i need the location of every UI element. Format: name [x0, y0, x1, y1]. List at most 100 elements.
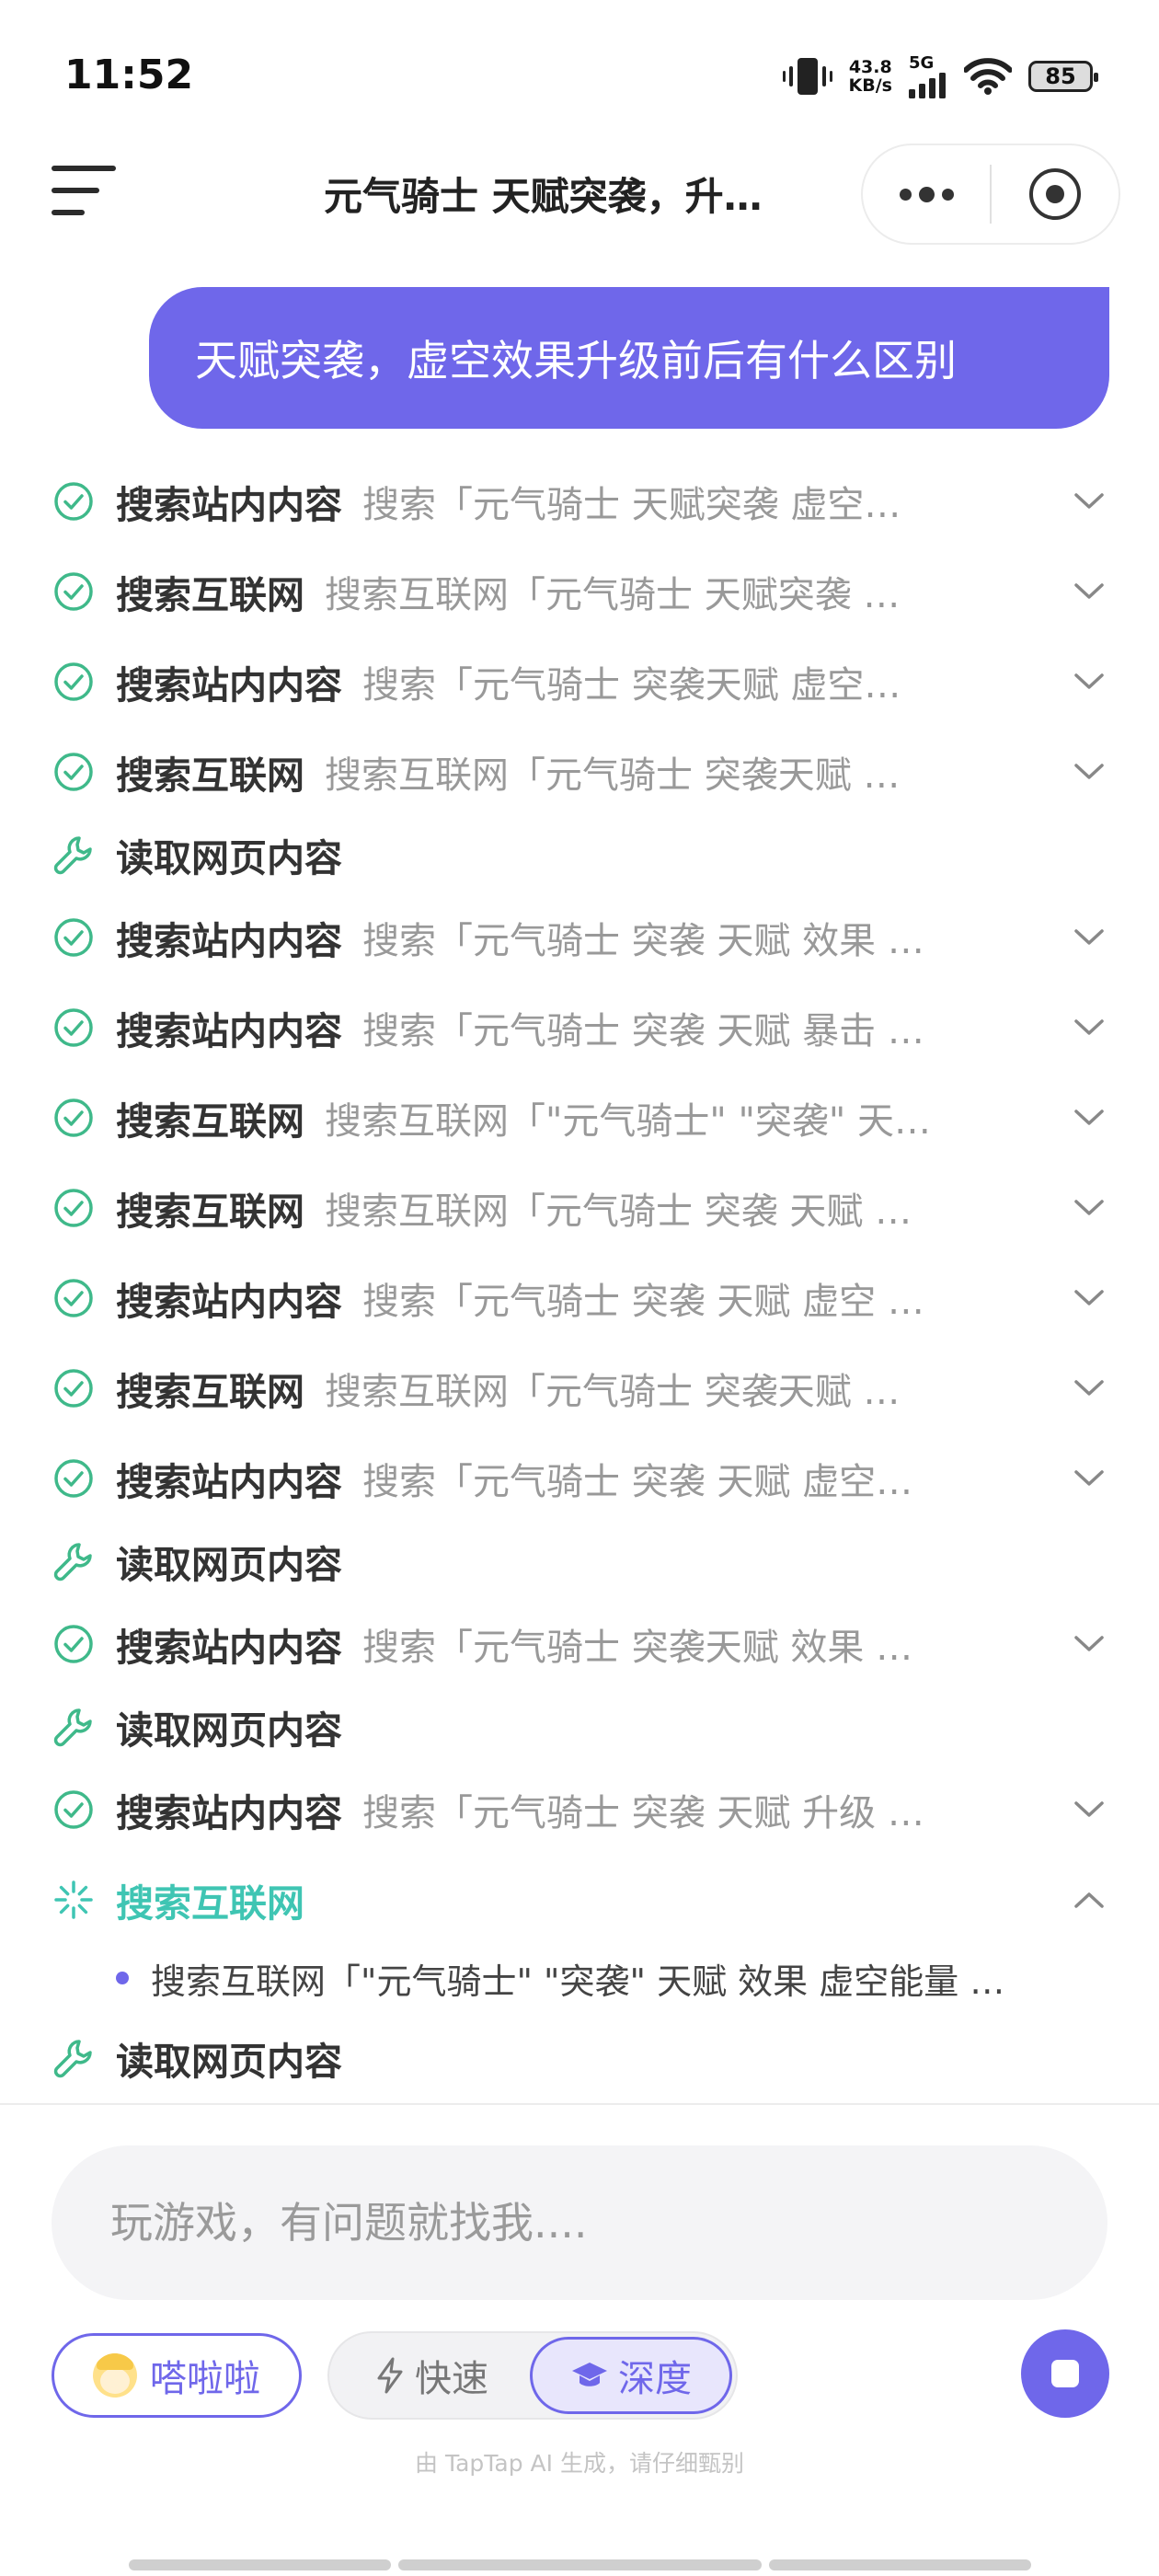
chevron-down-icon[interactable]: [1069, 1458, 1109, 1499]
check-circle-icon: [52, 1456, 96, 1501]
menu-line: [52, 210, 85, 215]
step-query: 搜索「元气骑士 天赋突袭 虚空…: [362, 484, 901, 526]
wrench-icon: [52, 833, 96, 877]
agent-name: 嗒啦啦: [150, 2358, 260, 2400]
step-label: 搜索站内内容: [116, 663, 342, 707]
step-label: 搜索站内内容: [116, 483, 342, 527]
menu-line: [52, 166, 116, 171]
step-label: 搜索互联网: [116, 753, 304, 798]
step-label: 读取网页内容: [116, 836, 342, 880]
more-icon: [899, 186, 954, 202]
network-speed: 43.8 KB/s: [849, 58, 892, 95]
step-row[interactable]: 搜索互联网 搜索互联网「元气骑士 天赋突袭 …: [52, 559, 1109, 624]
check-circle-icon: [52, 1276, 96, 1320]
speed-unit: KB/s: [848, 75, 892, 96]
chevron-down-icon[interactable]: [1069, 661, 1109, 702]
step-label: 搜索互联网: [116, 1370, 304, 1414]
step-row[interactable]: 搜索站内内容 搜索「元气骑士 突袭 天赋 暴击 …: [52, 995, 1109, 1060]
vibrate-icon: [782, 57, 832, 95]
chevron-down-icon[interactable]: [1069, 1789, 1109, 1830]
chevron-down-icon[interactable]: [1069, 1188, 1109, 1228]
chevron-down-icon[interactable]: [1069, 1368, 1109, 1409]
check-circle-icon: [52, 1186, 96, 1230]
chevron-down-icon[interactable]: [1069, 481, 1109, 522]
step-label: 搜索站内内容: [116, 1626, 342, 1670]
status-icons: 43.8 KB/s 5G 85: [782, 53, 1098, 98]
step-row[interactable]: 搜索站内内容 搜索「元气骑士 突袭 天赋 虚空 …: [52, 1266, 1109, 1330]
step-row[interactable]: 搜索站内内容 搜索「元气骑士 突袭 天赋 虚空…: [52, 1446, 1109, 1511]
chevron-down-icon[interactable]: [1069, 752, 1109, 792]
step-row[interactable]: 搜索站内内容 搜索「元气骑士 突袭 天赋 升级 …: [52, 1777, 1109, 1842]
step-row[interactable]: 搜索互联网 搜索互联网「元气骑士 突袭 天赋 …: [52, 1176, 1109, 1240]
mode-fast-button[interactable]: 快速: [333, 2337, 530, 2414]
step-row[interactable]: 搜索站内内容 搜索「元气骑士 突袭天赋 效果 …: [52, 1612, 1109, 1676]
network-type: 5G: [909, 53, 935, 73]
graduation-cap-icon: [572, 2363, 607, 2386]
chevron-down-icon[interactable]: [1069, 1624, 1109, 1664]
stop-icon: [1051, 2360, 1079, 2387]
chevron-down-icon[interactable]: [1069, 1007, 1109, 1048]
check-circle-icon: [52, 915, 96, 960]
step-tool-row: 读取网页内容: [52, 1529, 1109, 1593]
menu-line: [52, 188, 99, 193]
chevron-down-icon[interactable]: [1069, 1098, 1109, 1138]
step-query: 搜索「元气骑士 突袭 天赋 虚空…: [362, 1461, 913, 1503]
step-tool-row: 读取网页内容: [52, 822, 1109, 887]
step-query: 搜索「元气骑士 突袭天赋 虚空…: [362, 664, 901, 707]
ai-disclaimer: 由 TapTap AI 生成，请仔细甄别: [415, 2450, 744, 2477]
mode-deep-button[interactable]: 深度: [530, 2337, 732, 2414]
step-query: 搜索互联网「元气骑士 突袭天赋 …: [325, 754, 901, 797]
step-label: 读取网页内容: [116, 1543, 342, 1587]
lightning-icon: [377, 2357, 403, 2394]
step-label: 读取网页内容: [116, 1708, 342, 1753]
wifi-icon: [964, 57, 1012, 95]
step-query: 搜索「元气骑士 突袭天赋 效果 …: [362, 1627, 913, 1669]
step-label: 搜索互联网: [116, 1190, 304, 1234]
battery-icon: 85: [1028, 60, 1098, 92]
bullet-dot: [116, 1972, 129, 1984]
nav-bar-segment: [129, 2559, 391, 2570]
check-circle-icon: [52, 479, 96, 523]
check-circle-icon: [52, 750, 96, 794]
nav-bar-segment: [398, 2559, 762, 2570]
chevron-up-icon[interactable]: [1069, 1880, 1109, 1920]
chat-input[interactable]: [110, 2198, 1107, 2248]
check-circle-icon: [52, 1006, 96, 1050]
chevron-down-icon[interactable]: [1069, 1278, 1109, 1318]
chevron-down-icon[interactable]: [1069, 917, 1109, 958]
close-miniapp-button[interactable]: [992, 145, 1119, 243]
agent-selector-button[interactable]: 嗒啦啦: [52, 2333, 302, 2418]
check-circle-icon: [52, 1096, 96, 1140]
step-label: 读取网页内容: [116, 2040, 342, 2084]
step-row[interactable]: 搜索互联网 搜索互联网「元气骑士 突袭天赋 …: [52, 740, 1109, 804]
step-label: 搜索站内内容: [116, 919, 342, 963]
loading-spinner-icon: [52, 1878, 96, 1922]
check-circle-icon: [52, 660, 96, 704]
check-circle-icon: [52, 1622, 96, 1666]
step-label: 搜索站内内容: [116, 1460, 342, 1504]
more-button[interactable]: [863, 145, 990, 243]
step-row[interactable]: 搜索站内内容 搜索「元气骑士 突袭天赋 虚空…: [52, 650, 1109, 714]
step-row[interactable]: 搜索站内内容 搜索「元气骑士 天赋突袭 虚空…: [52, 469, 1109, 534]
stop-generation-button[interactable]: [1021, 2329, 1109, 2418]
nav-bar-segment: [769, 2559, 1031, 2570]
step-label: 搜索站内内容: [116, 1791, 342, 1835]
chevron-down-icon[interactable]: [1069, 571, 1109, 612]
step-label: 搜索互联网: [116, 573, 304, 617]
agent-avatar: [93, 2353, 137, 2398]
check-circle-icon: [52, 1366, 96, 1410]
step-row[interactable]: 搜索站内内容 搜索「元气骑士 突袭 天赋 效果 …: [52, 905, 1109, 970]
status-bar: 11:52 43.8 KB/s 5G 85: [0, 0, 1159, 156]
cell-signal: 5G: [909, 53, 947, 98]
step-query: 搜索互联网「元气骑士 天赋突袭 …: [325, 574, 901, 616]
menu-button[interactable]: [52, 166, 116, 221]
step-label: 搜索站内内容: [116, 1009, 342, 1053]
step-row[interactable]: 搜索互联网 搜索互联网「元气骑士 突袭天赋 …: [52, 1356, 1109, 1420]
step-row[interactable]: 搜索互联网: [52, 1868, 1109, 1932]
step-sub-item: 搜索互联网「"元气骑士" "突袭" 天赋 效果 虚空能量 …: [116, 1950, 1082, 2006]
step-query: 搜索互联网「元气骑士 突袭天赋 …: [325, 1371, 901, 1413]
page-title: 元气骑士 天赋突袭，升…: [324, 174, 763, 219]
step-tool-row: 读取网页内容: [52, 1695, 1109, 1759]
step-row[interactable]: 搜索互联网 搜索互联网「"元气骑士" "突袭" 天…: [52, 1086, 1109, 1150]
user-message-bubble: 天赋突袭，虚空效果升级前后有什么区别: [149, 287, 1109, 429]
